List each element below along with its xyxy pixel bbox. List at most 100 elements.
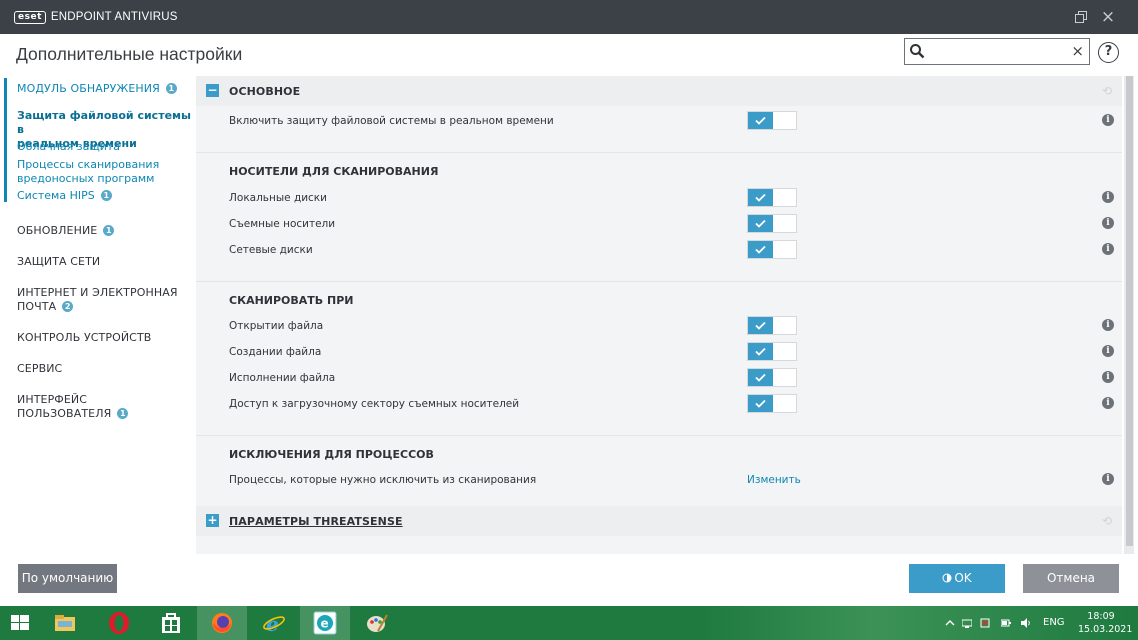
info-icon[interactable]: i <box>1102 473 1114 485</box>
check-icon <box>755 399 766 408</box>
revert-icon[interactable]: ⟲ <box>1102 515 1114 527</box>
section-threatsense-header[interactable]: + ПАРАМЕТРЫ THREATSENSE ⟲ <box>196 506 1122 536</box>
volume-icon[interactable] <box>1021 618 1031 628</box>
group-title-scan-media: НОСИТЕЛИ ДЛЯ СКАНИРОВАНИЯ <box>229 165 439 178</box>
sidebar: МОДУЛЬ ОБНАРУЖЕНИЯ 1 Защита файловой сист… <box>0 76 196 556</box>
toggle-boot-sector-access[interactable] <box>747 394 797 413</box>
divider <box>196 152 1122 153</box>
info-icon[interactable]: i <box>1102 191 1114 203</box>
toggle-on-state <box>748 215 773 232</box>
sidebar-item-label-line2: ПОЧТА <box>17 300 57 313</box>
clear-search-icon[interactable]: × <box>1071 42 1084 61</box>
eset-icon[interactable]: e <box>300 606 350 640</box>
info-icon[interactable]: i <box>1102 397 1114 409</box>
section-title[interactable]: ПАРАМЕТРЫ THREATSENSE <box>229 515 403 528</box>
info-icon[interactable]: i <box>1102 243 1114 255</box>
sidebar-subitem-hips[interactable]: Система HIPS 1 <box>17 189 112 203</box>
sidebar-item-label-line2: ПОЛЬЗОВАТЕЛЯ <box>17 407 112 420</box>
vertical-scrollbar[interactable] <box>1124 76 1134 554</box>
toggle-file-open[interactable] <box>747 316 797 335</box>
default-button[interactable]: По умолчанию <box>18 564 117 593</box>
header: Дополнительные настройки × ? <box>0 34 1138 76</box>
sidebar-item-detection-module[interactable]: МОДУЛЬ ОБНАРУЖЕНИЯ 1 <box>17 82 177 96</box>
edit-exclusions-link[interactable]: Изменить <box>747 474 801 486</box>
toggle-local-drives[interactable] <box>747 188 797 207</box>
scrollbar-thumb[interactable] <box>1126 76 1133 546</box>
group-title-process-exclusions: ИСКЛЮЧЕНИЯ ДЛЯ ПРОЦЕССОВ <box>229 448 434 461</box>
shield-icon <box>942 573 952 583</box>
expand-icon[interactable]: + <box>206 514 219 527</box>
sidebar-item-tools[interactable]: СЕРВИС <box>17 362 62 376</box>
firefox-icon[interactable] <box>197 606 247 640</box>
logo-box: eset <box>14 10 46 24</box>
show-hidden-icons-icon[interactable] <box>945 618 955 628</box>
sidebar-item-label: ИНТЕРФЕЙС <box>17 393 88 406</box>
close-icon[interactable]: × <box>1100 9 1116 26</box>
toggle-file-creation[interactable] <box>747 342 797 361</box>
sidebar-item-device-control[interactable]: КОНТРОЛЬ УСТРОЙСТВ <box>17 331 151 345</box>
divider <box>196 281 1122 282</box>
check-icon <box>755 219 766 228</box>
notification-badge: 1 <box>103 225 115 236</box>
title-bar: eset ENDPOINT ANTIVIRUS × <box>0 0 1138 34</box>
search-input[interactable] <box>929 42 1069 61</box>
revert-icon[interactable]: ⟲ <box>1102 85 1114 97</box>
sidebar-subitem-label: Процессы сканирования <box>17 158 160 171</box>
page-title: Дополнительные настройки <box>16 44 243 64</box>
check-icon <box>755 193 766 202</box>
paint-icon[interactable] <box>352 606 402 640</box>
cancel-button[interactable]: Отмена <box>1023 564 1119 593</box>
restore-icon[interactable] <box>1073 9 1089 25</box>
toggle-on-state <box>748 241 773 258</box>
info-icon[interactable]: i <box>1102 114 1114 126</box>
footer: По умолчанию OK Отмена <box>0 554 1138 606</box>
info-icon[interactable]: i <box>1102 371 1114 383</box>
check-icon <box>755 321 766 330</box>
setting-label: Создании файла <box>229 346 322 358</box>
toggle-on-state <box>748 189 773 206</box>
toggle-realtime-protection[interactable] <box>747 111 797 130</box>
help-icon[interactable]: ? <box>1098 42 1119 63</box>
sidebar-item-label: КОНТРОЛЬ УСТРОЙСТВ <box>17 331 152 344</box>
store-icon[interactable] <box>146 606 196 640</box>
collapse-icon[interactable]: − <box>206 84 219 97</box>
sidebar-subitem-cloud-protection[interactable]: Облачная защита <box>17 140 120 154</box>
ok-label: OK <box>954 571 972 585</box>
active-section-indicator <box>4 78 7 202</box>
ok-button[interactable]: OK <box>909 564 1005 593</box>
internet-explorer-icon[interactable]: e <box>249 606 299 640</box>
sidebar-item-network-protection[interactable]: ЗАЩИТА СЕТИ <box>17 255 100 269</box>
group-title-scan-on: СКАНИРОВАТЬ ПРИ <box>229 294 354 307</box>
security-status-icon[interactable] <box>980 618 990 628</box>
language-indicator[interactable]: ENG <box>1043 617 1065 628</box>
opera-icon[interactable] <box>94 606 144 640</box>
toggle-network-drives[interactable] <box>747 240 797 259</box>
network-icon[interactable] <box>962 618 972 628</box>
setting-label: Исполнении файла <box>229 372 336 384</box>
toggle-file-execution[interactable] <box>747 368 797 387</box>
notification-badge: 1 <box>117 408 129 419</box>
info-icon[interactable]: i <box>1102 319 1114 331</box>
battery-icon[interactable] <box>1001 618 1011 628</box>
search-box[interactable]: × <box>904 38 1090 65</box>
taskbar-clock[interactable]: 18:09 15.03.2021 <box>1078 610 1132 636</box>
section-basic-header[interactable]: − ОСНОВНОЕ ⟲ <box>196 76 1122 106</box>
check-icon <box>755 347 766 356</box>
info-icon[interactable]: i <box>1102 345 1114 357</box>
sidebar-item-label: ИНТЕРНЕТ И ЭЛЕКТРОННАЯ <box>17 286 178 299</box>
toggle-removable-media[interactable] <box>747 214 797 233</box>
sidebar-subitem-label: Система HIPS <box>17 189 95 202</box>
eset-logo: eset ENDPOINT ANTIVIRUS <box>14 10 178 24</box>
setting-label: Доступ к загрузочному сектору съемных но… <box>229 398 520 410</box>
info-icon[interactable]: i <box>1102 217 1114 229</box>
sidebar-subitem-malware-scans[interactable]: Процессы сканирования вредоносных програ… <box>17 158 159 186</box>
sidebar-item-web-and-email[interactable]: ИНТЕРНЕТ И ЭЛЕКТРОННАЯ ПОЧТА 2 <box>17 286 178 314</box>
sidebar-item-user-interface[interactable]: ИНТЕРФЕЙС ПОЛЬЗОВАТЕЛЯ 1 <box>17 393 129 421</box>
setting-label: Съемные носители <box>229 218 336 230</box>
divider <box>196 435 1122 436</box>
sidebar-subitem-label: Защита файловой системы в <box>17 109 191 136</box>
windows-start-icon[interactable] <box>0 606 40 640</box>
sidebar-item-update[interactable]: ОБНОВЛЕНИЕ 1 <box>17 224 115 238</box>
file-explorer-icon[interactable] <box>40 606 90 640</box>
windows-taskbar: e e ENG 18:09 15.03.2021 <box>0 606 1138 640</box>
